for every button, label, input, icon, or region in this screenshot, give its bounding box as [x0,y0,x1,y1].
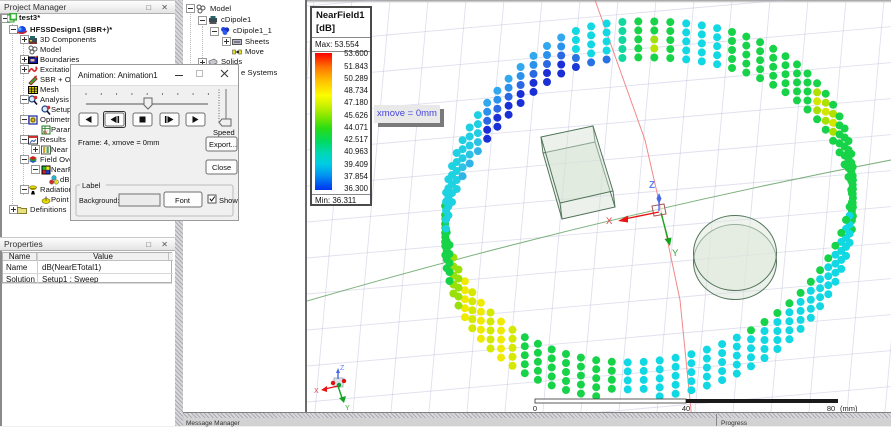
svg-text:Font: Font [175,196,191,205]
svg-text:Z: Z [340,365,345,372]
svg-text:Close: Close [212,163,231,172]
svg-text:Export...: Export... [209,140,237,149]
svg-text:Show: Show [219,196,238,205]
svg-text:Y: Y [672,248,679,259]
svg-text:X: X [314,388,319,395]
svg-text:Frame: 4, xmove = 0mm: Frame: 4, xmove = 0mm [78,138,159,147]
svg-text:Z: Z [649,180,655,191]
svg-text:Speed: Speed [213,128,235,137]
svg-text:Y: Y [345,405,350,412]
svg-text:Background:: Background: [79,196,119,205]
svg-text:X: X [606,216,613,227]
svg-text:Label: Label [82,181,101,190]
